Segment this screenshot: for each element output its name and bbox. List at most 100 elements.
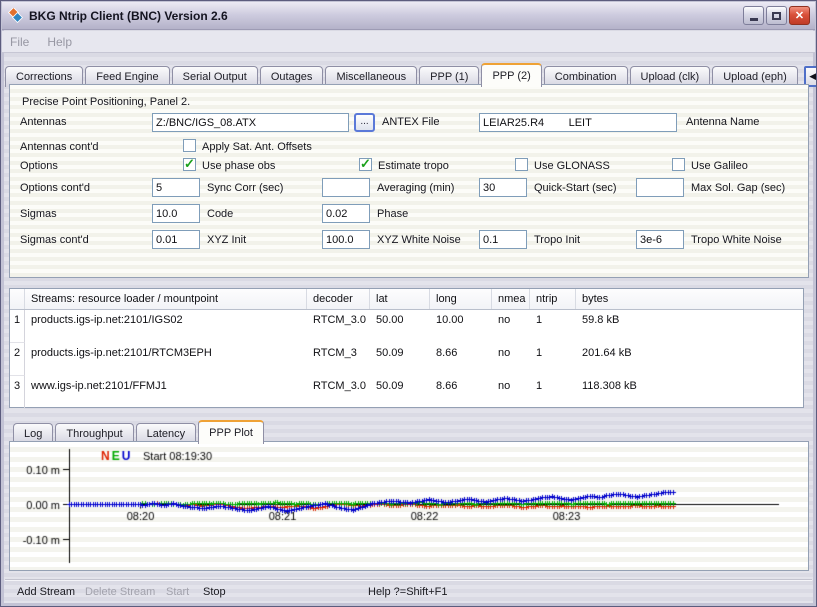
maximize-icon — [772, 12, 781, 20]
tropo-init-input[interactable] — [479, 230, 527, 249]
cell-mountpoint[interactable]: www.igs-ip.net:2101/FFMJ1 — [25, 376, 307, 409]
xyz-init-input[interactable] — [152, 230, 200, 249]
antenna-name-input[interactable] — [479, 113, 677, 132]
sigma-phase-label: Phase — [377, 205, 408, 224]
table-row[interactable]: 3 www.igs-ip.net:2101/FFMJ1 RTCM_3.0 50.… — [10, 376, 803, 409]
col-rownum — [10, 289, 25, 309]
use-phase-obs-checkbox[interactable] — [183, 158, 196, 171]
row-number[interactable]: 3 — [10, 376, 25, 409]
cell-decoder[interactable]: RTCM_3.0 — [307, 310, 370, 343]
sync-corr-input[interactable] — [152, 178, 200, 197]
table-header-row: Streams: resource loader / mountpoint de… — [10, 289, 803, 310]
cell-ntrip[interactable]: 1 — [530, 310, 576, 343]
cell-nmea[interactable]: no — [492, 376, 530, 409]
cell-ntrip[interactable]: 1 — [530, 376, 576, 409]
stop-button[interactable]: Stop — [203, 586, 226, 598]
col-mountpoint[interactable]: Streams: resource loader / mountpoint — [25, 289, 307, 309]
start-button[interactable]: Start — [166, 586, 189, 598]
max-sol-gap-input[interactable] — [636, 178, 684, 197]
cell-mountpoint[interactable]: products.igs-ip.net:2101/RTCM3EPH — [25, 343, 307, 376]
cell-long[interactable]: 8.66 — [430, 343, 492, 376]
use-galileo-checkbox[interactable] — [672, 158, 685, 171]
cell-ntrip[interactable]: 1 — [530, 343, 576, 376]
menu-help[interactable]: Help — [47, 35, 72, 49]
col-lat[interactable]: lat — [370, 289, 430, 309]
minimize-button[interactable] — [743, 6, 764, 25]
browse-button[interactable]: ... — [354, 113, 375, 132]
sigma-code-label: Code — [207, 205, 233, 224]
cell-bytes[interactable]: 201.64 kB — [576, 343, 803, 376]
estimate-tropo-field: Estimate tropo — [359, 156, 449, 174]
options-label: Options — [20, 157, 58, 176]
streams-table: Streams: resource loader / mountpoint de… — [9, 288, 804, 408]
col-nmea[interactable]: nmea — [492, 289, 530, 309]
cell-bytes[interactable]: 59.8 kB — [576, 310, 803, 343]
apply-sat-ant-offsets-checkbox[interactable] — [183, 139, 196, 152]
use-phase-obs-label: Use phase obs — [202, 160, 275, 172]
cell-mountpoint[interactable]: products.igs-ip.net:2101/IGS02 — [25, 310, 307, 343]
estimate-tropo-checkbox[interactable] — [359, 158, 372, 171]
tab-ppp-2[interactable]: PPP (2) — [481, 63, 541, 87]
cell-lat[interactable]: 50.09 — [370, 376, 430, 409]
add-stream-button[interactable]: Add Stream — [17, 586, 75, 598]
antex-file-label: ANTEX File — [382, 113, 439, 132]
cell-lat[interactable]: 50.09 — [370, 343, 430, 376]
col-long[interactable]: long — [430, 289, 492, 309]
cell-long[interactable]: 10.00 — [430, 310, 492, 343]
table-row[interactable]: 1 products.igs-ip.net:2101/IGS02 RTCM_3.… — [10, 310, 803, 343]
cell-bytes[interactable]: 118.308 kB — [576, 376, 803, 409]
arrow-left-icon: ◀ — [809, 71, 816, 82]
options-contd-label: Options cont'd — [20, 179, 90, 198]
bottom-separator — [5, 579, 812, 581]
close-icon: ✕ — [795, 9, 804, 22]
ppp-plot-panel — [9, 441, 809, 571]
cell-nmea[interactable]: no — [492, 343, 530, 376]
antennas-label: Antennas — [20, 113, 66, 132]
minimize-icon — [750, 18, 758, 21]
close-button[interactable]: ✕ — [789, 6, 810, 25]
use-galileo-label: Use Galileo — [691, 160, 748, 172]
sigma-code-input[interactable] — [152, 204, 200, 223]
col-bytes[interactable]: bytes — [576, 289, 803, 309]
cell-long[interactable]: 8.66 — [430, 376, 492, 409]
col-ntrip[interactable]: ntrip — [530, 289, 576, 309]
use-glonass-field: Use GLONASS — [515, 156, 610, 174]
tropo-white-noise-label: Tropo White Noise — [691, 231, 782, 250]
ppp-plot-canvas — [11, 443, 807, 569]
app-icon — [7, 8, 23, 24]
use-galileo-field: Use Galileo — [672, 156, 748, 174]
sigma-phase-input[interactable] — [322, 204, 370, 223]
quick-start-input[interactable] — [479, 178, 527, 197]
tab-ppp-plot[interactable]: PPP Plot — [198, 420, 264, 444]
xyz-white-noise-label: XYZ White Noise — [377, 231, 461, 250]
apply-sat-ant-offsets-field: Apply Sat. Ant. Offsets — [183, 137, 312, 155]
cell-lat[interactable]: 50.00 — [370, 310, 430, 343]
table-body: 1 products.igs-ip.net:2101/IGS02 RTCM_3.… — [10, 310, 803, 409]
averaging-input[interactable] — [322, 178, 370, 197]
sigmas-label: Sigmas — [20, 205, 57, 224]
row-number[interactable]: 1 — [10, 310, 25, 343]
use-glonass-label: Use GLONASS — [534, 160, 610, 172]
col-decoder[interactable]: decoder — [307, 289, 370, 309]
help-shortcut-label: Help ?=Shift+F1 — [368, 586, 448, 598]
xyz-init-label: XYZ Init — [207, 231, 246, 250]
menu-file[interactable]: File — [10, 35, 29, 49]
tropo-white-noise-input[interactable] — [636, 230, 684, 249]
xyz-white-noise-input[interactable] — [322, 230, 370, 249]
max-sol-gap-label: Max Sol. Gap (sec) — [691, 179, 785, 198]
cell-nmea[interactable]: no — [492, 310, 530, 343]
use-glonass-checkbox[interactable] — [515, 158, 528, 171]
cell-decoder[interactable]: RTCM_3 — [307, 343, 370, 376]
apply-sat-ant-offsets-label: Apply Sat. Ant. Offsets — [202, 141, 312, 153]
app-window: BKG Ntrip Client (BNC) Version 2.6 ✕ Fil… — [0, 0, 817, 607]
menu-bar: File Help — [2, 31, 815, 53]
row-number[interactable]: 2 — [10, 343, 25, 376]
maximize-button[interactable] — [766, 6, 787, 25]
cell-decoder[interactable]: RTCM_3.0 — [307, 376, 370, 409]
antex-file-input[interactable] — [152, 113, 349, 132]
delete-stream-button[interactable]: Delete Stream — [85, 586, 155, 598]
averaging-label: Averaging (min) — [377, 179, 454, 198]
table-row[interactable]: 2 products.igs-ip.net:2101/RTCM3EPH RTCM… — [10, 343, 803, 376]
title-bar: BKG Ntrip Client (BNC) Version 2.6 ✕ — [2, 2, 815, 30]
estimate-tropo-label: Estimate tropo — [378, 160, 449, 172]
